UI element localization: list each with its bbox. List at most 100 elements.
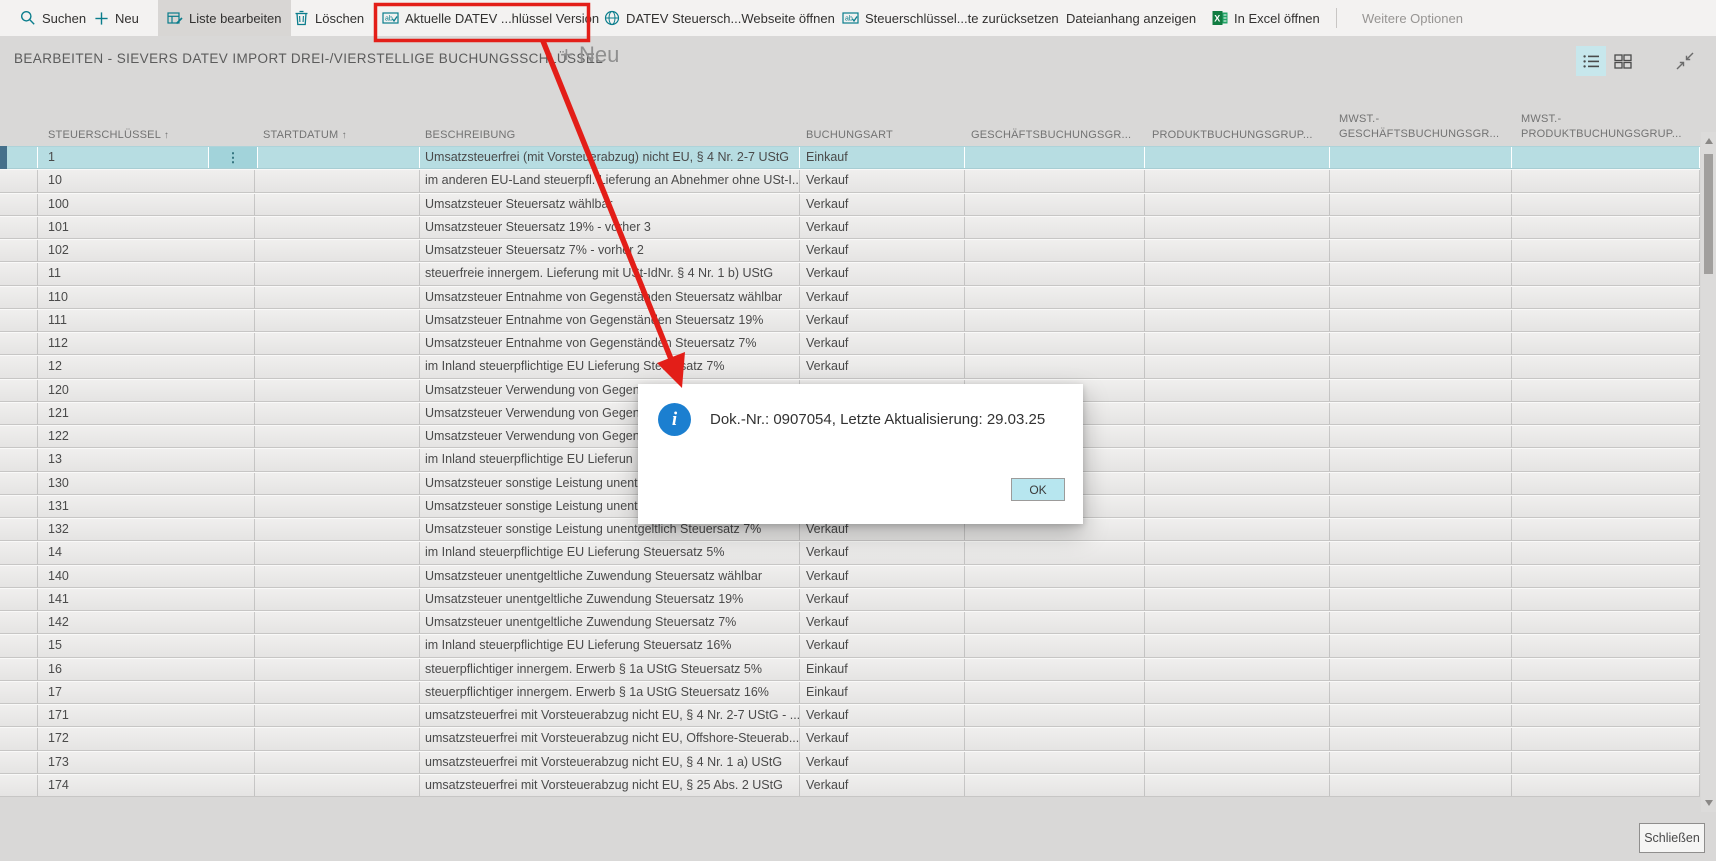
- cell-produktbuchungsgrup[interactable]: [1145, 194, 1330, 215]
- cell-geschaeftsbuchungsgr[interactable]: [965, 333, 1145, 354]
- table-row[interactable]: 142 Umsatzsteuer unentgeltliche Zuwendun…: [0, 611, 1700, 634]
- cell-startdatum[interactable]: [255, 682, 420, 703]
- cell-geschaeftsbuchungsgr[interactable]: [965, 752, 1145, 773]
- table-row[interactable]: 171 umsatzsteuerfrei mit Vorsteuerabzug …: [0, 704, 1700, 727]
- cell-startdatum[interactable]: [255, 426, 420, 447]
- cell-startdatum[interactable]: [255, 752, 420, 773]
- cell-beschreibung[interactable]: Umsatzsteuer unentgeltliche Zuwendung St…: [420, 612, 800, 633]
- cell-produktbuchungsgrup[interactable]: [1145, 403, 1330, 424]
- cell-mwst-geschaeftsbuchungsgr[interactable]: [1330, 449, 1512, 470]
- cell-geschaeftsbuchungsgr[interactable]: [965, 217, 1145, 238]
- cell-mwst-geschaeftsbuchungsgr[interactable]: [1330, 356, 1512, 377]
- cell-produktbuchungsgrup[interactable]: [1145, 449, 1330, 470]
- cell-startdatum[interactable]: [255, 263, 420, 284]
- cell-steuerschluessel[interactable]: 112: [38, 333, 255, 354]
- cell-steuerschluessel[interactable]: 132: [38, 519, 255, 540]
- cell-beschreibung[interactable]: steuerpflichtiger innergem. Erwerb § 1a …: [420, 682, 800, 703]
- ok-button[interactable]: OK: [1011, 478, 1065, 501]
- search-button[interactable]: Suchen: [20, 0, 86, 36]
- cell-buchungsart[interactable]: Einkauf: [800, 147, 965, 168]
- cell-mwst-geschaeftsbuchungsgr[interactable]: [1330, 752, 1512, 773]
- cell-beschreibung[interactable]: Umsatzsteuer Steuersatz 7% - vorher 2: [420, 240, 800, 261]
- cell-geschaeftsbuchungsgr[interactable]: [965, 542, 1145, 563]
- cell-buchungsart[interactable]: Verkauf: [800, 310, 965, 331]
- cell-steuerschluessel[interactable]: 13: [38, 449, 255, 470]
- list-view-button[interactable]: [1576, 46, 1606, 76]
- cell-mwst-produktbuchungsgrup[interactable]: [1512, 612, 1700, 633]
- cell-mwst-geschaeftsbuchungsgr[interactable]: [1330, 287, 1512, 308]
- cell-produktbuchungsgrup[interactable]: [1145, 635, 1330, 656]
- column-header-steuerschluessel[interactable]: STEUERSCHLÜSSEL ↑: [48, 129, 169, 141]
- cell-mwst-geschaeftsbuchungsgr[interactable]: [1330, 240, 1512, 261]
- cell-mwst-geschaeftsbuchungsgr[interactable]: [1330, 170, 1512, 191]
- cell-mwst-geschaeftsbuchungsgr[interactable]: [1330, 194, 1512, 215]
- cell-mwst-geschaeftsbuchungsgr[interactable]: [1330, 403, 1512, 424]
- cell-produktbuchungsgrup[interactable]: [1145, 310, 1330, 331]
- cell-buchungsart[interactable]: Verkauf: [800, 728, 965, 749]
- table-row[interactable]: 1 Umsatzsteuerfrei (mit Vorsteuerabzug) …: [0, 146, 1700, 169]
- cell-mwst-geschaeftsbuchungsgr[interactable]: [1330, 333, 1512, 354]
- cell-produktbuchungsgrup[interactable]: [1145, 263, 1330, 284]
- column-header-startdatum[interactable]: STARTDATUM ↑: [263, 129, 347, 141]
- cell-geschaeftsbuchungsgr[interactable]: [965, 728, 1145, 749]
- cell-produktbuchungsgrup[interactable]: [1145, 752, 1330, 773]
- cell-produktbuchungsgrup[interactable]: [1145, 356, 1330, 377]
- cell-startdatum[interactable]: [255, 147, 420, 168]
- row-context-menu-icon[interactable]: [208, 147, 258, 168]
- cell-steuerschluessel[interactable]: 122: [38, 426, 255, 447]
- cell-mwst-geschaeftsbuchungsgr[interactable]: [1330, 682, 1512, 703]
- cell-startdatum[interactable]: [255, 403, 420, 424]
- cell-buchungsart[interactable]: Verkauf: [800, 566, 965, 587]
- cell-mwst-produktbuchungsgrup[interactable]: [1512, 403, 1700, 424]
- cell-produktbuchungsgrup[interactable]: [1145, 775, 1330, 796]
- cell-produktbuchungsgrup[interactable]: [1145, 589, 1330, 610]
- cell-beschreibung[interactable]: Umsatzsteuer Entnahme von Gegenständen S…: [420, 333, 800, 354]
- cell-mwst-produktbuchungsgrup[interactable]: [1512, 496, 1700, 517]
- cell-mwst-geschaeftsbuchungsgr[interactable]: [1330, 589, 1512, 610]
- cell-mwst-geschaeftsbuchungsgr[interactable]: [1330, 728, 1512, 749]
- column-header-produktbuchungsgrup[interactable]: PRODUKTBUCHUNGSGRUP...: [1152, 129, 1313, 141]
- cell-steuerschluessel[interactable]: 111: [38, 310, 255, 331]
- column-header-geschaeftsbuchungsgr[interactable]: GESCHÄFTSBUCHUNGSGR...: [971, 129, 1131, 141]
- cell-mwst-produktbuchungsgrup[interactable]: [1512, 589, 1700, 610]
- cell-beschreibung[interactable]: umsatzsteuerfrei mit Vorsteuerabzug nich…: [420, 775, 800, 796]
- table-row[interactable]: 173 umsatzsteuerfrei mit Vorsteuerabzug …: [0, 751, 1700, 774]
- cell-steuerschluessel[interactable]: 17: [38, 682, 255, 703]
- cell-steuerschluessel[interactable]: 121: [38, 403, 255, 424]
- cell-mwst-produktbuchungsgrup[interactable]: [1512, 635, 1700, 656]
- scroll-up-icon[interactable]: [1705, 138, 1713, 144]
- cell-buchungsart[interactable]: Verkauf: [800, 287, 965, 308]
- cell-buchungsart[interactable]: Verkauf: [800, 542, 965, 563]
- cell-steuerschluessel[interactable]: 100: [38, 194, 255, 215]
- column-header-mwst-produktbuchungsgrup[interactable]: MWST.- PRODUKTBUCHUNGSGRUP...: [1521, 112, 1703, 141]
- cell-produktbuchungsgrup[interactable]: [1145, 170, 1330, 191]
- cell-geschaeftsbuchungsgr[interactable]: [965, 659, 1145, 680]
- table-row[interactable]: 15 im Inland steuerpflichtige EU Lieferu…: [0, 634, 1700, 657]
- cell-beschreibung[interactable]: umsatzsteuerfrei mit Vorsteuerabzug nich…: [420, 705, 800, 726]
- cell-startdatum[interactable]: [255, 449, 420, 470]
- cell-beschreibung[interactable]: im Inland steuerpflichtige EU Lieferung …: [420, 356, 800, 377]
- table-row[interactable]: 112 Umsatzsteuer Entnahme von Gegenständ…: [0, 332, 1700, 355]
- table-row[interactable]: 102 Umsatzsteuer Steuersatz 7% - vorher …: [0, 239, 1700, 262]
- cell-mwst-geschaeftsbuchungsgr[interactable]: [1330, 426, 1512, 447]
- cell-mwst-produktbuchungsgrup[interactable]: [1512, 473, 1700, 494]
- delete-button[interactable]: Löschen: [294, 0, 364, 36]
- cell-produktbuchungsgrup[interactable]: [1145, 426, 1330, 447]
- cell-startdatum[interactable]: [255, 240, 420, 261]
- cell-mwst-geschaeftsbuchungsgr[interactable]: [1330, 310, 1512, 331]
- cell-startdatum[interactable]: [255, 566, 420, 587]
- cell-mwst-geschaeftsbuchungsgr[interactable]: [1330, 635, 1512, 656]
- cell-steuerschluessel[interactable]: 16: [38, 659, 255, 680]
- cell-produktbuchungsgrup[interactable]: [1145, 542, 1330, 563]
- datev-website-button[interactable]: DATEV Steuersch...Webseite öffnen: [604, 0, 835, 36]
- edit-list-button[interactable]: Liste bearbeiten: [158, 0, 291, 36]
- cell-geschaeftsbuchungsgr[interactable]: [965, 682, 1145, 703]
- cell-mwst-produktbuchungsgrup[interactable]: [1512, 449, 1700, 470]
- cell-buchungsart[interactable]: Verkauf: [800, 170, 965, 191]
- cell-startdatum[interactable]: [255, 170, 420, 191]
- cell-beschreibung[interactable]: im anderen EU-Land steuerpfl. Lieferung …: [420, 170, 800, 191]
- cell-mwst-geschaeftsbuchungsgr[interactable]: [1330, 147, 1512, 168]
- cell-mwst-produktbuchungsgrup[interactable]: [1512, 217, 1700, 238]
- cell-mwst-geschaeftsbuchungsgr[interactable]: [1330, 705, 1512, 726]
- cell-steuerschluessel[interactable]: 110: [38, 287, 255, 308]
